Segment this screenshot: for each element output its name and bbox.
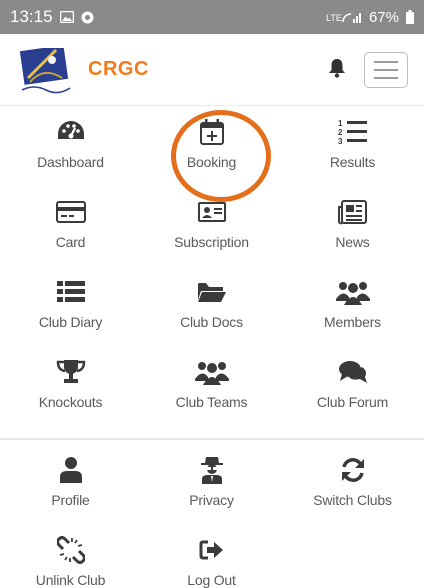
menu-item-label: Subscription [174, 234, 249, 250]
menu-item-label: Privacy [189, 492, 234, 508]
unlink-icon [56, 534, 85, 566]
gallery-notification-icon [59, 11, 74, 23]
menu-item-club-teams[interactable]: Club Teams [141, 350, 282, 430]
users-icon [335, 276, 370, 308]
list-icon [56, 276, 85, 308]
battery-level: 67% [368, 8, 399, 26]
menu-item-label: Results [329, 154, 376, 170]
status-left: 13:15 [10, 7, 94, 27]
menu-divider [0, 438, 424, 440]
menu-item-club-docs[interactable]: Club Docs [141, 270, 282, 350]
numbered-list-icon: 1 2 3 [338, 116, 368, 148]
menu-item-club-diary[interactable]: Club Diary [0, 270, 141, 350]
battery-icon [406, 10, 414, 24]
menu-item-subscription[interactable]: Subscription [141, 190, 282, 270]
club-logo [18, 45, 76, 94]
refresh-icon [340, 454, 366, 486]
menu-item-news[interactable]: News [282, 190, 423, 270]
status-right: LTE 67% [326, 9, 414, 26]
menu-item-label: Club Forum [316, 394, 389, 410]
user-icon [59, 454, 83, 486]
hamburger-menu-button[interactable] [364, 52, 408, 88]
signal-icon: LTE [326, 10, 362, 24]
trophy-icon [56, 356, 86, 388]
svg-text:LTE: LTE [326, 13, 342, 23]
menu-item-label: Dashboard [37, 154, 104, 170]
newspaper-icon [337, 196, 368, 228]
menu-item-label: Unlink Club [35, 572, 106, 588]
status-bar: 13:15 LTE 67% [0, 0, 424, 34]
users-icon [194, 356, 229, 388]
hamburger-line [374, 61, 398, 63]
menu-item-profile[interactable]: Profile [0, 448, 141, 528]
menu-item-members[interactable]: Members [282, 270, 423, 350]
menu-item-label: Club Docs [180, 314, 243, 330]
app-brand: CRGC [88, 58, 149, 80]
folder-open-icon [197, 276, 227, 308]
hamburger-line [374, 77, 398, 79]
menu-item-knockouts[interactable]: Knockouts [0, 350, 141, 430]
menu-item-label: Club Diary [38, 314, 103, 330]
menu-item-label: Club Teams [175, 394, 248, 410]
status-time: 13:15 [10, 7, 53, 26]
app-header: CRGC [0, 34, 424, 106]
menu-item-label: Booking [186, 154, 237, 170]
id-card-icon [197, 196, 227, 228]
menu-item-label: Log Out [187, 572, 236, 588]
sign-out-icon [199, 534, 225, 566]
menu-item-club-forum[interactable]: Club Forum [282, 350, 423, 430]
menu-item-label: Members [324, 314, 381, 330]
menu-item-label: Profile [51, 492, 90, 508]
bell-icon[interactable] [328, 58, 346, 78]
svg-text:3: 3 [338, 137, 343, 146]
chat-notification-icon [81, 11, 94, 24]
svg-text:1: 1 [338, 119, 343, 128]
hamburger-line [374, 69, 398, 71]
menu-item-privacy[interactable]: Privacy [141, 448, 282, 528]
user-secret-icon [200, 454, 224, 486]
menu-item-label: News [335, 234, 370, 250]
menu-item-switch-clubs[interactable]: Switch Clubs [282, 448, 423, 528]
svg-text:2: 2 [338, 128, 343, 137]
calendar-plus-icon [199, 116, 225, 148]
credit-card-icon [55, 196, 86, 228]
menu-item-unlink-club[interactable]: Unlink Club [0, 528, 141, 588]
menu-item-dashboard[interactable]: Dashboard [0, 110, 141, 190]
menu-item-label: Card [55, 234, 86, 250]
menu-item-label: Switch Clubs [313, 492, 392, 508]
comments-icon [338, 356, 368, 388]
menu-item-card[interactable]: Card [0, 190, 141, 270]
menu-item-booking[interactable]: Booking [141, 110, 282, 190]
dashboard-gauge-icon [56, 116, 86, 148]
menu-item-log-out[interactable]: Log Out [141, 528, 282, 588]
menu-item-results[interactable]: 1 2 3 Results [282, 110, 423, 190]
menu-item-label: Knockouts [38, 394, 103, 410]
